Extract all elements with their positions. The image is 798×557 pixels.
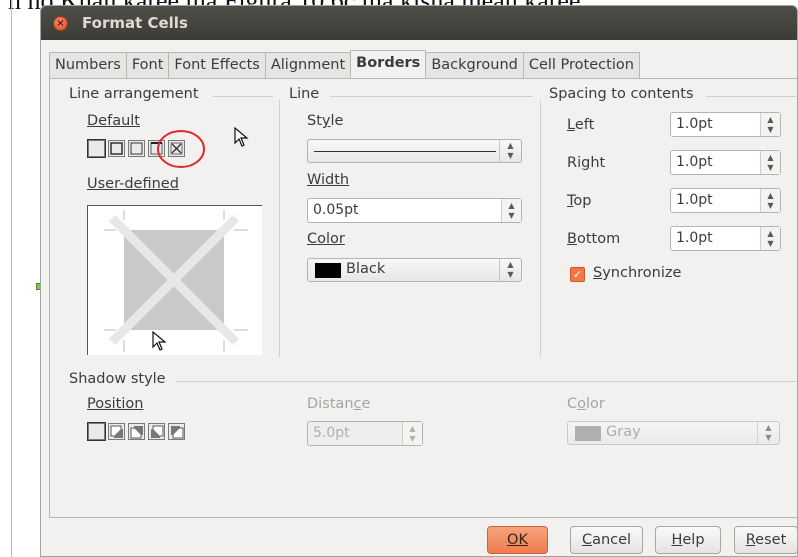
top-label: Top: [567, 193, 592, 209]
shadow-bottom-right-icon[interactable]: [108, 423, 125, 440]
shadow-distance-spinbox[interactable]: 5.0pt ▲ ▼: [307, 421, 423, 446]
shadow-none-icon[interactable]: [87, 422, 106, 441]
distance-label: Distance: [307, 396, 371, 412]
left-spacing-spinbox[interactable]: 1.0pt ▲ ▼: [670, 112, 781, 137]
tab-numbers[interactable]: Numbers: [49, 52, 127, 78]
line-color-select[interactable]: Black ▲ ▼: [307, 258, 522, 282]
tab-alignment[interactable]: Alignment: [264, 52, 352, 78]
divider: [213, 96, 273, 97]
mouse-pointer-icon: [234, 127, 249, 147]
title-bar: × Format Cells: [41, 6, 797, 40]
line-style-sample: [314, 151, 496, 152]
spinner-icon[interactable]: ▲ ▼: [760, 227, 780, 250]
shadow-color-label: Color: [567, 396, 605, 412]
bottom-label: Bottom: [567, 231, 621, 247]
help-button[interactable]: Help: [655, 526, 721, 554]
top-spacing-spinbox[interactable]: 1.0pt ▲ ▼: [670, 188, 781, 213]
bottom-spacing-value: 1.0pt: [676, 230, 713, 246]
spinner-icon[interactable]: ▲ ▼: [402, 422, 422, 445]
bottom-spacing-spinbox[interactable]: 1.0pt ▲ ▼: [670, 226, 781, 251]
spinner-icon[interactable]: ▲ ▼: [760, 113, 780, 136]
preset-outer-border-no-inner-icon[interactable]: [128, 140, 145, 157]
user-defined-border-preview[interactable]: [87, 205, 262, 355]
shadow-distance-value: 5.0pt: [313, 425, 350, 441]
tab-background[interactable]: Background: [425, 52, 524, 78]
mouse-pointer-icon: [152, 331, 167, 351]
line-arrangement-header: Line arrangement: [69, 86, 199, 102]
chevron-updown-icon: ▲ ▼: [499, 259, 521, 281]
line-header: Line: [289, 86, 320, 102]
left-spacing-value: 1.0pt: [676, 116, 713, 132]
chevron-updown-icon: ▲ ▼: [499, 140, 521, 162]
divider: [176, 381, 796, 382]
dialog-title: Format Cells: [82, 14, 188, 32]
synchronize-checkbox[interactable]: ✓: [570, 267, 585, 282]
chevron-updown-icon: ▲ ▼: [757, 422, 779, 444]
preset-outer-border-icon[interactable]: [108, 140, 125, 157]
position-label: Position: [87, 396, 144, 412]
ok-button[interactable]: OK: [487, 526, 548, 554]
line-color-value: Black: [346, 261, 386, 277]
default-label: Default: [87, 113, 140, 129]
user-defined-label: User-defined: [87, 176, 179, 192]
left-label: Left: [567, 117, 595, 133]
width-value: 0.05pt: [313, 202, 359, 218]
shadow-top-left-icon[interactable]: [168, 423, 185, 440]
right-label: Right: [567, 155, 606, 171]
shadow-color-select[interactable]: Gray ▲ ▼: [567, 421, 780, 445]
reset-button[interactable]: Reset: [734, 526, 798, 554]
right-spacing-value: 1.0pt: [676, 154, 713, 170]
spinner-icon[interactable]: ▲ ▼: [760, 189, 780, 212]
color-swatch: [575, 426, 601, 441]
divider: [330, 96, 533, 97]
spacing-header: Spacing to contents: [549, 86, 694, 102]
shadow-bottom-left-icon[interactable]: [148, 423, 165, 440]
shadow-position-presets: [87, 422, 185, 441]
divider: [540, 100, 541, 357]
width-spinbox[interactable]: 0.05pt ▲ ▼: [307, 198, 522, 223]
tab-font-effects[interactable]: Font Effects: [168, 52, 266, 78]
spinner-icon[interactable]: ▲ ▼: [501, 199, 521, 222]
synchronize-label: Synchronize: [593, 265, 682, 281]
shadow-top-right-icon[interactable]: [128, 423, 145, 440]
right-spacing-spinbox[interactable]: 1.0pt ▲ ▼: [670, 150, 781, 175]
cancel-button[interactable]: Cancel: [570, 526, 643, 554]
tab-cell-protection[interactable]: Cell Protection: [522, 52, 640, 78]
annotation-circle: [157, 130, 205, 168]
divider: [706, 96, 796, 97]
document-margin-line: [11, 0, 12, 557]
tab-bar: Numbers Font Font Effects Alignment Bord…: [49, 50, 640, 78]
tab-font[interactable]: Font: [125, 52, 170, 78]
close-icon[interactable]: ×: [53, 16, 68, 31]
spinner-icon[interactable]: ▲ ▼: [760, 151, 780, 174]
color-swatch: [315, 263, 341, 278]
width-label: Width: [307, 172, 350, 188]
top-spacing-value: 1.0pt: [676, 192, 713, 208]
line-style-select[interactable]: ▲ ▼: [307, 139, 522, 163]
shadow-style-header: Shadow style: [69, 371, 166, 387]
shadow-color-value: Gray: [606, 424, 641, 440]
style-label: Style: [307, 113, 344, 129]
preset-no-borders-icon[interactable]: [87, 139, 106, 158]
color-label: Color: [307, 231, 345, 247]
tab-borders[interactable]: Borders: [350, 50, 427, 78]
divider: [279, 100, 280, 357]
